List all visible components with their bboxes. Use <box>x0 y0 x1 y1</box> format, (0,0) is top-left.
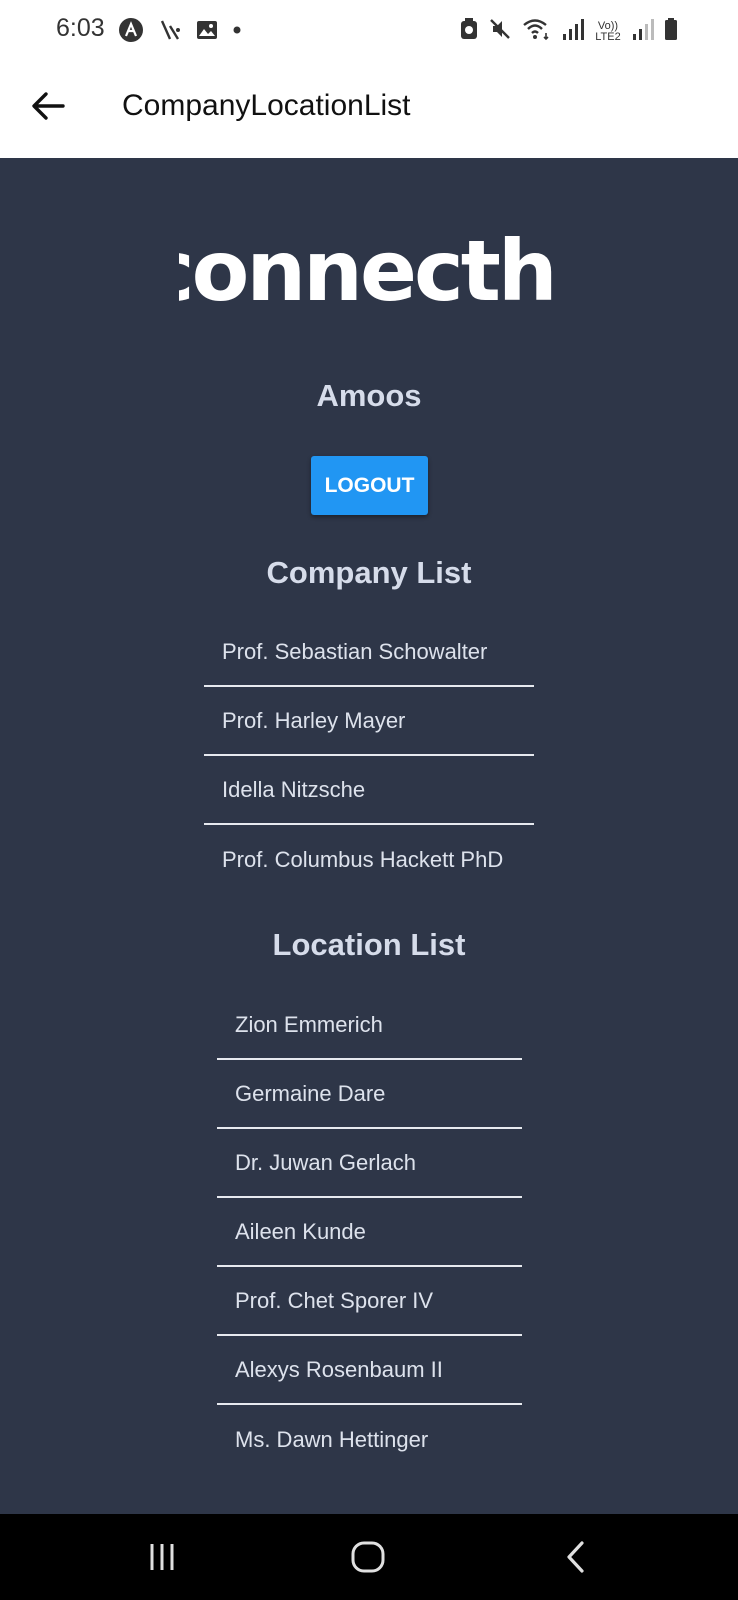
dot-icon <box>232 19 242 46</box>
nav-back-button[interactable] <box>546 1536 606 1578</box>
location-list-item[interactable]: Ms. Dawn Hettinger <box>217 1405 522 1474</box>
company-list-title: Company List <box>266 555 472 590</box>
status-right-icons: Vo)) LTE2 <box>460 17 678 46</box>
location-list-title: Location List <box>272 927 466 962</box>
status-time: 6:03 <box>56 14 105 42</box>
signal-slash-icon <box>158 18 182 47</box>
back-button[interactable] <box>26 84 70 128</box>
company-list: Prof. Sebastian Schowalter Prof. Harley … <box>204 618 534 894</box>
location-list-item[interactable]: Aileen Kunde <box>217 1198 522 1267</box>
location-list-item[interactable]: Prof. Chet Sporer IV <box>217 1267 522 1336</box>
back-icon <box>567 1541 584 1573</box>
home-icon <box>351 1541 385 1573</box>
mute-icon <box>488 17 512 46</box>
logo-text: connecthr <box>179 222 559 314</box>
recents-icon <box>150 1544 174 1570</box>
company-list-item[interactable]: Prof. Harley Mayer <box>204 687 534 756</box>
connecthr-logo: connecthr <box>0 214 738 314</box>
system-nav-bar <box>0 1514 738 1600</box>
alarm-icon <box>460 17 478 46</box>
location-list-item[interactable]: Germaine Dare <box>217 1060 522 1129</box>
status-bar: 6:03 Vo)) LTE2 <box>0 0 738 62</box>
company-list-item[interactable]: Prof. Sebastian Schowalter <box>204 618 534 687</box>
location-list: Zion Emmerich Germaine Dare Dr. Juwan Ge… <box>217 991 522 1474</box>
arrow-left-icon <box>32 92 65 120</box>
wifi-icon <box>522 17 552 46</box>
battery-icon <box>664 17 678 46</box>
main-content: connecthr Amoos LOGOUT Company List Prof… <box>0 158 738 1514</box>
app-a-icon <box>118 17 144 48</box>
volte-label: Vo)) LTE2 <box>595 19 621 43</box>
volte-icon: Vo)) LTE2 <box>594 19 622 43</box>
user-name: Amoos <box>316 378 422 413</box>
page-title: CompanyLocationList <box>122 89 411 122</box>
company-list-item[interactable]: Idella Nitzsche <box>204 756 534 825</box>
status-left-icons <box>118 17 242 48</box>
location-list-item[interactable]: Dr. Juwan Gerlach <box>217 1129 522 1198</box>
signal-icon <box>562 17 584 46</box>
home-button[interactable] <box>338 1536 398 1578</box>
company-list-item[interactable]: Prof. Columbus Hackett PhD <box>204 825 534 894</box>
logout-button[interactable]: LOGOUT <box>311 456 428 515</box>
location-list-item[interactable]: Zion Emmerich <box>217 991 522 1060</box>
signal-icon <box>632 17 654 46</box>
app-bar: CompanyLocationList <box>0 62 738 158</box>
recents-button[interactable] <box>132 1536 192 1578</box>
location-list-item[interactable]: Alexys Rosenbaum II <box>217 1336 522 1405</box>
image-icon <box>196 19 218 46</box>
